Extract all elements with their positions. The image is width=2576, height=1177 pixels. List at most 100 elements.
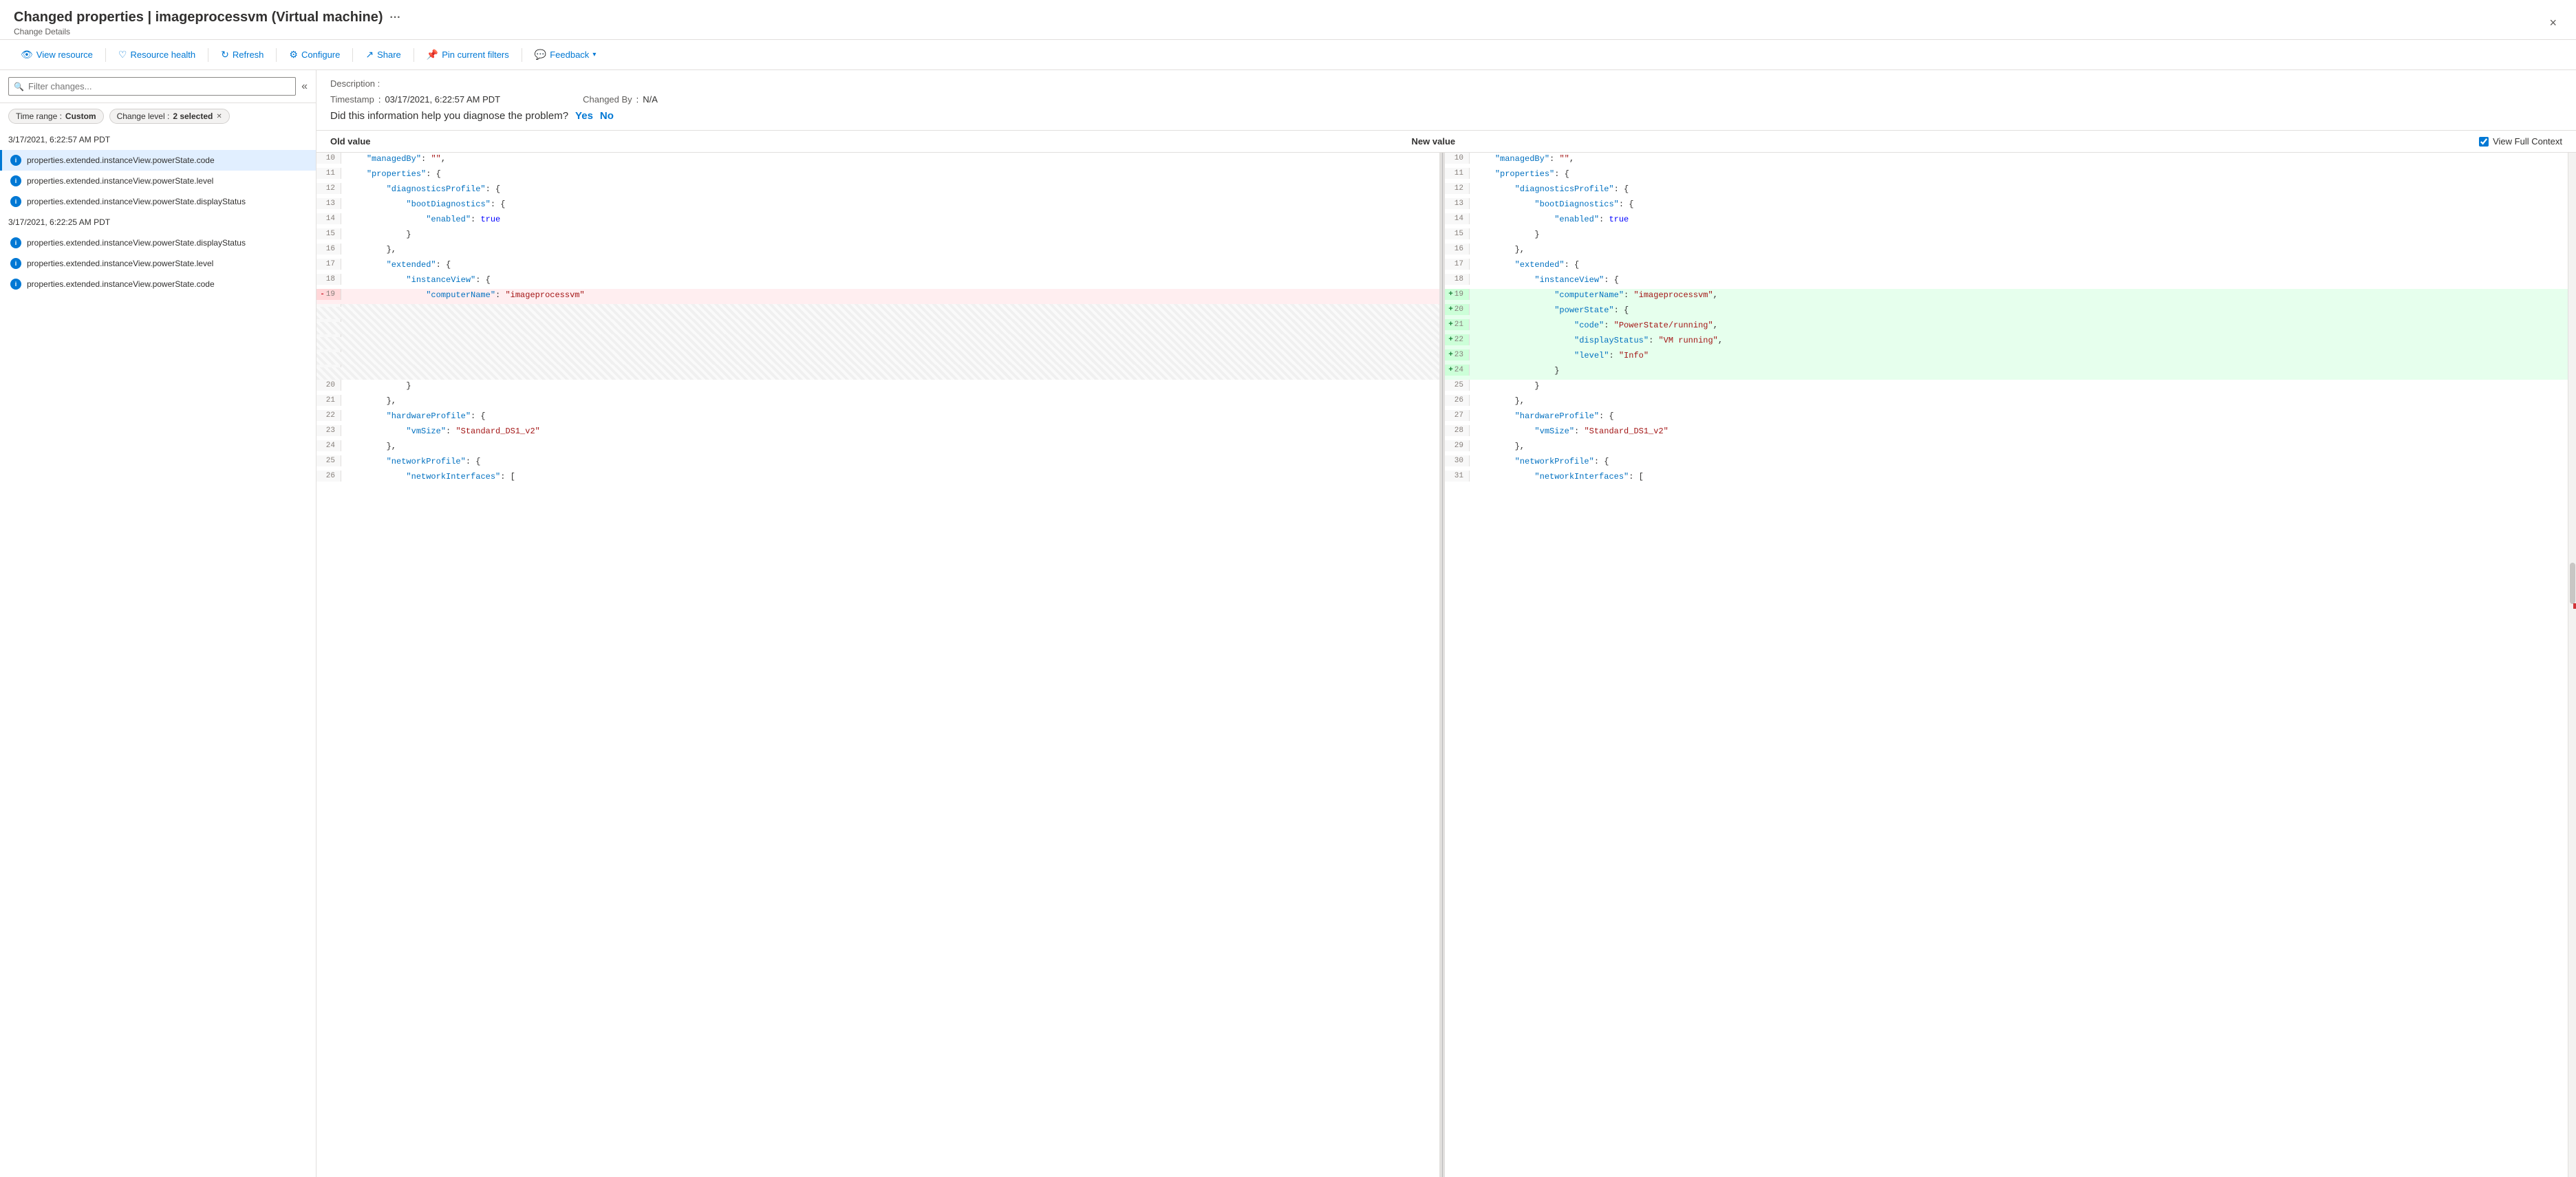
line-number: 19	[1445, 289, 1470, 300]
diff-line-row: 20 "powerState": {	[1445, 304, 2568, 319]
line-number: 14	[316, 213, 341, 224]
diff-line-row: 18 "instanceView": {	[316, 274, 1439, 289]
diff-line-row: 17 "extended": {	[1445, 259, 2568, 274]
line-content: "networkInterfaces": [	[1470, 471, 2568, 483]
timestamp-colon: :	[378, 94, 381, 105]
line-content: "managedBy": "",	[1470, 153, 2568, 165]
change-info-icon: i	[10, 279, 21, 290]
resource-health-button[interactable]: ♡ Resource health	[111, 45, 202, 64]
diff-line-row: 10 "managedBy": "",	[1445, 153, 2568, 168]
change-level-tag[interactable]: Change level : 2 selected ✕	[109, 109, 230, 124]
diff-line-row: 14 "enabled": true	[1445, 213, 2568, 228]
diff-line-row: 12 "diagnosticsProfile": {	[316, 183, 1439, 198]
close-button[interactable]: ×	[2544, 13, 2562, 33]
line-content: }	[1470, 365, 2568, 377]
description-label: Description :	[330, 78, 380, 89]
diff-line-row	[316, 319, 1439, 334]
detail-meta-2: Timestamp : 03/17/2021, 6:22:57 AM PDT C…	[330, 94, 2562, 105]
change-item-text: properties.extended.instanceView.powerSt…	[27, 259, 213, 268]
change-info-icon: i	[10, 258, 21, 269]
line-number	[316, 365, 341, 367]
diff-old-col: 10 "managedBy": "",11 "properties": {12 …	[316, 153, 1439, 1177]
changed-by-value: N/A	[643, 94, 658, 105]
eye-icon: 👁	[21, 49, 33, 61]
line-number: 10	[1445, 153, 1470, 164]
yes-button[interactable]: Yes	[575, 110, 593, 122]
detail-header: Description : Timestamp : 03/17/2021, 6:…	[316, 70, 2576, 131]
diff-line-row: 20 }	[316, 380, 1439, 395]
change-item[interactable]: i properties.extended.instanceView.power…	[0, 150, 316, 171]
chevron-down-icon: ▾	[592, 51, 596, 58]
search-icon: 🔍	[14, 82, 24, 91]
toolbar-sep-4	[352, 48, 353, 62]
diff-line-row: 13 "bootDiagnostics": {	[316, 198, 1439, 213]
no-button[interactable]: No	[600, 110, 614, 122]
change-item[interactable]: i properties.extended.instanceView.power…	[0, 171, 316, 191]
change-groups: 3/17/2021, 6:22:57 AM PDT i properties.e…	[0, 129, 316, 1177]
diff-line-row: 23 "level": "Info"	[1445, 349, 2568, 365]
diff-line-row: 21 },	[316, 395, 1439, 410]
right-panel: Description : Timestamp : 03/17/2021, 6:…	[316, 70, 2576, 1177]
diff-area: 10 "managedBy": "",11 "properties": {12 …	[316, 153, 2576, 1177]
diff-line-row: 23 "vmSize": "Standard_DS1_v2"	[316, 425, 1439, 440]
timestamp-label: Timestamp	[330, 94, 374, 105]
line-number: 20	[316, 380, 341, 391]
diff-line-row: 15 }	[1445, 228, 2568, 244]
line-number: 24	[316, 440, 341, 451]
line-content: "extended": {	[1470, 259, 2568, 271]
change-item-text: properties.extended.instanceView.powerSt…	[27, 155, 215, 165]
change-item[interactable]: i properties.extended.instanceView.power…	[0, 233, 316, 253]
line-content: "enabled": true	[341, 213, 1439, 226]
diff-line-row: 10 "managedBy": "",	[316, 153, 1439, 168]
line-number: 29	[1445, 440, 1470, 451]
share-button[interactable]: ↗ Share	[358, 45, 407, 64]
change-info-icon: i	[10, 155, 21, 166]
refresh-button[interactable]: ↻ Refresh	[214, 45, 270, 64]
line-content: "computerName": "imageprocessvm",	[1470, 289, 2568, 301]
line-number: 30	[1445, 455, 1470, 466]
line-content: "diagnosticsProfile": {	[1470, 183, 2568, 195]
line-content: "displayStatus": "VM running",	[1470, 334, 2568, 347]
line-content: "networkInterfaces": [	[341, 471, 1439, 483]
feedback-button[interactable]: 💬 Feedback ▾	[528, 45, 603, 64]
filter-input[interactable]	[8, 77, 296, 96]
change-item-text: properties.extended.instanceView.powerSt…	[27, 279, 215, 289]
change-item-text: properties.extended.instanceView.powerSt…	[27, 238, 246, 248]
line-number: 25	[316, 455, 341, 466]
line-number: 11	[316, 168, 341, 179]
change-item[interactable]: i properties.extended.instanceView.power…	[0, 191, 316, 212]
line-number: 24	[1445, 365, 1470, 376]
change-item[interactable]: i properties.extended.instanceView.power…	[0, 274, 316, 294]
minimap-scrollbar[interactable]	[2568, 153, 2576, 1177]
diff-line-row: 13 "bootDiagnostics": {	[1445, 198, 2568, 213]
diff-line-row: 24 },	[316, 440, 1439, 455]
changed-by-row: Changed By : N/A	[583, 94, 658, 105]
line-content: "code": "PowerState/running",	[1470, 319, 2568, 332]
line-number: 21	[316, 395, 341, 406]
collapse-panel-button[interactable]: «	[301, 80, 308, 93]
time-range-tag[interactable]: Time range : Custom	[8, 109, 104, 124]
timestamp-row: Timestamp : 03/17/2021, 6:22:57 AM PDT	[330, 94, 500, 105]
line-number: 18	[1445, 274, 1470, 285]
view-full-context-checkbox[interactable]	[2479, 137, 2489, 147]
pin-filters-button[interactable]: 📌 Pin current filters	[420, 45, 516, 64]
diff-line-row: 15 }	[316, 228, 1439, 244]
more-icon[interactable]: ···	[390, 12, 401, 24]
toolbar: 👁 View resource ♡ Resource health ↻ Refr…	[0, 40, 2576, 70]
change-item-text: properties.extended.instanceView.powerSt…	[27, 176, 213, 186]
change-item[interactable]: i properties.extended.instanceView.power…	[0, 253, 316, 274]
view-resource-button[interactable]: 👁 View resource	[14, 45, 100, 64]
line-number: 28	[1445, 425, 1470, 436]
line-content: "bootDiagnostics": {	[341, 198, 1439, 210]
diff-line-row: 26 },	[1445, 395, 2568, 410]
timestamp-value: 03/17/2021, 6:22:57 AM PDT	[385, 94, 500, 105]
diff-line-row: 19 "computerName": "imageprocessvm"	[316, 289, 1439, 304]
change-level-close-icon[interactable]: ✕	[216, 113, 222, 120]
diff-line-row: 11 "properties": {	[316, 168, 1439, 183]
line-content: "hardwareProfile": {	[341, 410, 1439, 422]
diff-line-row: 14 "enabled": true	[316, 213, 1439, 228]
diagnose-text: Did this information help you diagnose t…	[330, 110, 568, 122]
line-number: 20	[1445, 304, 1470, 315]
line-number: 17	[316, 259, 341, 270]
configure-button[interactable]: ⚙ Configure	[282, 45, 347, 64]
